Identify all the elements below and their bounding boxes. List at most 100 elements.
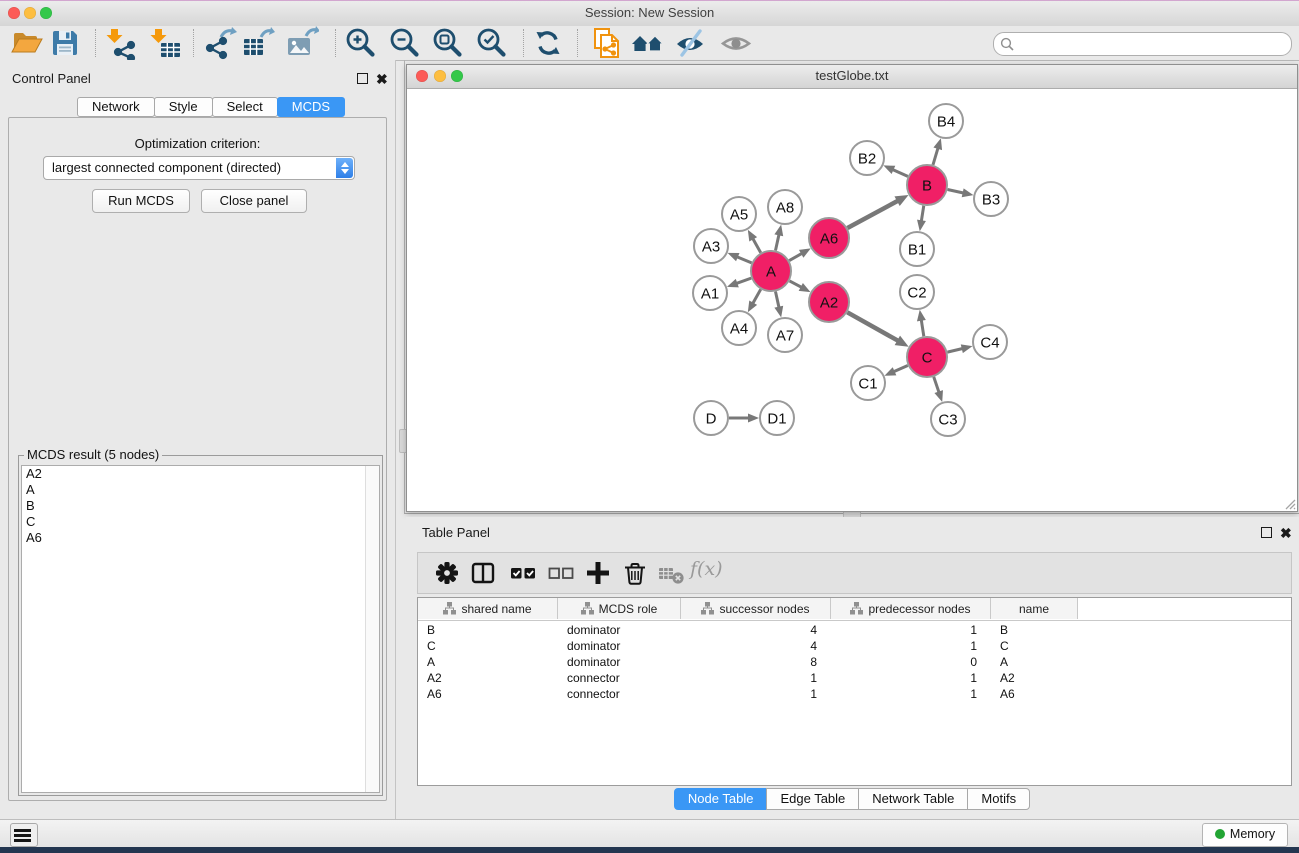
- table-row[interactable]: Cdominator41C: [418, 638, 1291, 654]
- graph-node-A4[interactable]: A4: [722, 311, 756, 345]
- column-header-name[interactable]: name: [991, 598, 1078, 619]
- tab-style[interactable]: Style: [154, 97, 213, 117]
- graph-edge-A-A4[interactable]: [748, 289, 761, 312]
- column-header-successor-nodes[interactable]: successor nodes: [681, 598, 831, 619]
- close-panel-icon[interactable]: ✖: [376, 73, 388, 85]
- graph-node-A1[interactable]: A1: [693, 276, 727, 310]
- table-row[interactable]: A6connector11A6: [418, 686, 1291, 702]
- export-table-button[interactable]: [241, 27, 275, 59]
- memory-button[interactable]: Memory: [1202, 823, 1288, 847]
- show-graphics-details-button[interactable]: [719, 27, 753, 59]
- destroy-table-button[interactable]: [657, 559, 685, 587]
- graph-node-B1[interactable]: B1: [900, 232, 934, 266]
- tab-select[interactable]: Select: [212, 97, 278, 117]
- home-layout-button[interactable]: [631, 27, 665, 59]
- graph-edge-A-A2[interactable]: [790, 281, 811, 292]
- column-header-MCDS-role[interactable]: MCDS role: [558, 598, 681, 619]
- graph-node-B4[interactable]: B4: [929, 104, 963, 138]
- search-input[interactable]: [1018, 34, 1287, 54]
- graph-node-B[interactable]: B: [907, 165, 947, 205]
- refresh-icon: [531, 26, 565, 60]
- apply-function-button[interactable]: f(x): [690, 558, 723, 580]
- table-row[interactable]: Adominator80A: [418, 654, 1291, 670]
- graph-node-A2[interactable]: A2: [809, 282, 849, 322]
- result-scrollbar[interactable]: [365, 466, 379, 792]
- column-header-shared-name[interactable]: shared name: [418, 598, 558, 619]
- graph-node-A6[interactable]: A6: [809, 218, 849, 258]
- graph-node-D1[interactable]: D1: [760, 401, 794, 435]
- export-network-button[interactable]: [203, 27, 237, 59]
- graph-edge-A6-B[interactable]: [847, 195, 908, 228]
- tab-edge-table[interactable]: Edge Table: [766, 788, 859, 810]
- save-session-button[interactable]: [48, 27, 82, 59]
- graph-edge-A-A3[interactable]: [728, 253, 752, 263]
- run-mcds-button[interactable]: Run MCDS: [92, 189, 190, 213]
- graph-edge-C-C3[interactable]: [934, 377, 943, 402]
- graph-edge-A-A1[interactable]: [727, 278, 751, 287]
- zoom-selected-button[interactable]: [475, 27, 509, 59]
- graph-edge-A2-C[interactable]: [847, 312, 908, 346]
- graph-edge-C-C2[interactable]: [917, 310, 926, 336]
- resize-grip-icon[interactable]: [1282, 496, 1296, 510]
- import-table-button[interactable]: [149, 27, 183, 59]
- graph-node-A3[interactable]: A3: [694, 229, 728, 263]
- export-image-button[interactable]: [285, 27, 319, 59]
- close-table-panel-icon[interactable]: ✖: [1280, 527, 1292, 539]
- graph-edge-B-B4[interactable]: [933, 138, 942, 165]
- delete-column-button[interactable]: [621, 559, 649, 587]
- graph-edge-C-C4[interactable]: [947, 344, 972, 353]
- criterion-select[interactable]: largest connected component (directed): [43, 156, 355, 180]
- network-canvas[interactable]: A A1 A2 A3 A4 A5 A6 A7 A8 B B1 B2 B3 B4 C C1 C2 C3 C4 D D1: [407, 89, 1297, 511]
- graph-node-A8[interactable]: A8: [768, 190, 802, 224]
- tab-mcds[interactable]: MCDS: [277, 97, 345, 117]
- add-column-button[interactable]: [584, 559, 612, 587]
- table-settings-button[interactable]: [433, 559, 461, 587]
- tab-motifs[interactable]: Motifs: [967, 788, 1030, 810]
- graph-node-A7[interactable]: A7: [768, 318, 802, 352]
- split-view-button[interactable]: [469, 559, 497, 587]
- zoom-out-button[interactable]: [388, 27, 422, 59]
- graph-edge-B-B3[interactable]: [948, 188, 974, 197]
- float-table-panel-icon[interactable]: [1261, 527, 1272, 538]
- hide-graphics-details-button[interactable]: [674, 27, 708, 59]
- zoom-fit-button[interactable]: [431, 27, 465, 59]
- graph-edge-B-B1[interactable]: [917, 206, 926, 231]
- tab-network-table[interactable]: Network Table: [858, 788, 968, 810]
- graph-node-C4[interactable]: C4: [973, 325, 1007, 359]
- network-from-selection-button[interactable]: [590, 27, 624, 59]
- select-all-button[interactable]: [509, 559, 537, 587]
- cell-successor-nodes: 1: [681, 686, 831, 702]
- graph-edge-B-B2[interactable]: [883, 165, 907, 176]
- svg-text:A6: A6: [820, 230, 838, 247]
- graph-edge-D-D1[interactable]: [729, 414, 759, 423]
- zoom-in-button[interactable]: [344, 27, 378, 59]
- table-row[interactable]: Bdominator41B: [418, 622, 1291, 638]
- graph-node-C3[interactable]: C3: [931, 402, 965, 436]
- deselect-all-button[interactable]: [547, 559, 575, 587]
- graph-node-C1[interactable]: C1: [851, 366, 885, 400]
- graph-edge-A-A5[interactable]: [748, 230, 761, 253]
- graph-edge-A-A6[interactable]: [789, 248, 810, 260]
- graph-node-D[interactable]: D: [694, 401, 728, 435]
- graph-node-C[interactable]: C: [907, 337, 947, 377]
- tab-network[interactable]: Network: [77, 97, 155, 117]
- graph-node-A5[interactable]: A5: [722, 197, 756, 231]
- graph-edge-A-A8[interactable]: [774, 225, 783, 251]
- graph-node-C2[interactable]: C2: [900, 275, 934, 309]
- open-file-button[interactable]: [10, 27, 44, 59]
- graph-node-A[interactable]: A: [751, 251, 791, 291]
- save-icon: [48, 26, 82, 60]
- graph-node-B2[interactable]: B2: [850, 141, 884, 175]
- graph-edge-C-C1[interactable]: [884, 365, 907, 375]
- graph-node-B3[interactable]: B3: [974, 182, 1008, 216]
- float-panel-icon[interactable]: [357, 73, 368, 84]
- toolbar-separator: [95, 29, 96, 57]
- close-panel-button[interactable]: Close panel: [201, 189, 307, 213]
- table-row[interactable]: A2connector11A2: [418, 670, 1291, 686]
- refresh-view-button[interactable]: [531, 27, 565, 59]
- column-header-predecessor-nodes[interactable]: predecessor nodes: [831, 598, 991, 619]
- graph-edge-A-A7[interactable]: [774, 292, 783, 318]
- tab-node-table[interactable]: Node Table: [674, 788, 768, 810]
- task-history-button[interactable]: [10, 823, 38, 847]
- import-network-button[interactable]: [105, 27, 139, 59]
